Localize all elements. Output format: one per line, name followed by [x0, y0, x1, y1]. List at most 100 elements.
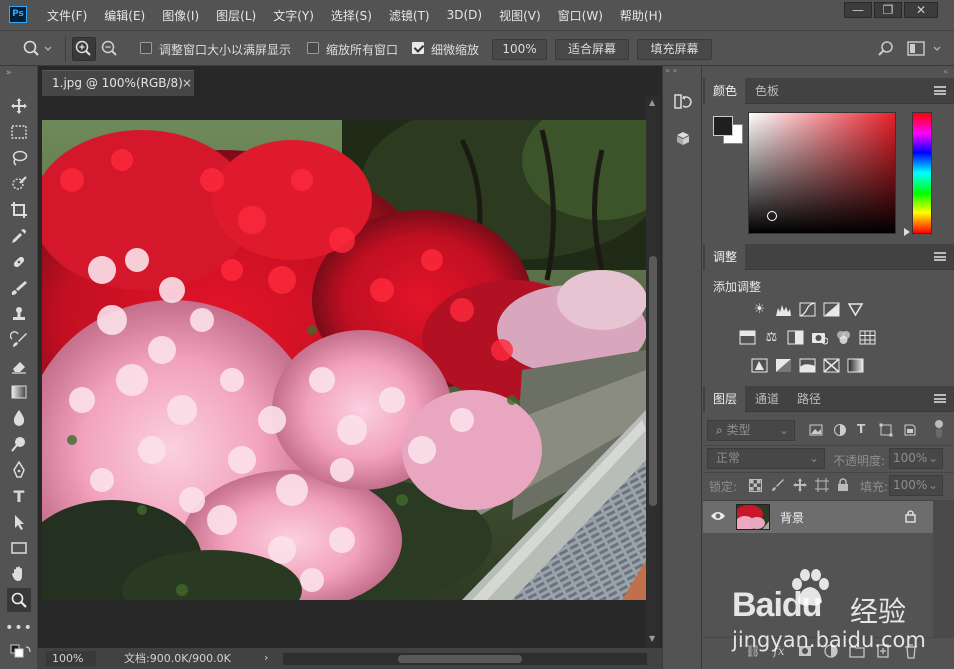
hue-slider-marker[interactable] [904, 228, 910, 236]
adjustments-panel-menu-icon[interactable] [934, 252, 946, 261]
photo-filter-icon[interactable] [811, 330, 829, 345]
visibility-eye-icon[interactable] [710, 509, 726, 526]
canvas-image[interactable] [42, 120, 646, 600]
menu-file[interactable]: 文件(F) [47, 7, 87, 24]
filter-shape-icon[interactable] [879, 423, 893, 440]
properties-panel-icon[interactable] [673, 130, 693, 153]
delete-layer-icon[interactable] [903, 643, 919, 659]
menu-type[interactable]: 文字(Y) [273, 7, 314, 24]
collapse-panels-icon[interactable]: « [703, 66, 954, 78]
lock-image-pixels-icon[interactable] [771, 478, 785, 495]
type-tool-icon[interactable]: T [7, 484, 31, 508]
document-tab[interactable]: 1.jpg @ 100%(RGB/8) × [42, 70, 194, 96]
threshold-icon[interactable] [799, 358, 816, 373]
filter-smart-object-icon[interactable] [903, 423, 917, 440]
foreground-color-swatch[interactable] [713, 116, 733, 136]
color-panel-menu-icon[interactable] [934, 86, 946, 95]
eraser-tool-icon[interactable] [7, 354, 31, 378]
clone-stamp-tool-icon[interactable] [7, 302, 31, 326]
invert-icon[interactable] [751, 358, 768, 373]
horizontal-scrollbar[interactable] [283, 653, 647, 665]
lasso-tool-icon[interactable] [7, 146, 31, 170]
search-icon[interactable] [876, 39, 896, 62]
curves-icon[interactable] [799, 302, 816, 317]
hand-tool-icon[interactable] [7, 562, 31, 586]
filter-type-icon[interactable]: T [857, 422, 865, 436]
status-menu-arrow[interactable]: › [264, 650, 268, 665]
filter-toggle-icon[interactable] [935, 420, 943, 428]
workspace-icon[interactable] [906, 40, 946, 61]
horizontal-scroll-thumb[interactable] [398, 655, 522, 663]
crop-tool-icon[interactable] [7, 198, 31, 222]
resize-windows-checkbox[interactable] [140, 42, 152, 54]
zoom-out-icon[interactable] [99, 38, 121, 60]
vertical-scrollbar[interactable]: ▲ ▼ [646, 96, 660, 648]
layer-style-icon[interactable]: fx [771, 643, 787, 659]
gradient-map-icon[interactable] [847, 358, 864, 373]
exposure-icon[interactable] [823, 302, 840, 317]
color-lookup-icon[interactable] [859, 330, 876, 345]
posterize-icon[interactable] [775, 358, 792, 373]
zoom-in-icon[interactable] [72, 37, 96, 61]
zoom-tool-preset-icon[interactable] [22, 39, 52, 62]
scrubby-zoom-checkbox[interactable] [412, 42, 424, 54]
collapse-toolbar-icon[interactable]: » [6, 68, 12, 78]
pen-tool-icon[interactable] [7, 458, 31, 482]
tab-layers[interactable]: 图层 [705, 386, 746, 412]
hue-slider[interactable] [912, 112, 932, 234]
history-panel-icon[interactable] [673, 92, 693, 115]
hue-saturation-icon[interactable] [739, 330, 756, 345]
close-button[interactable]: ✕ [904, 2, 938, 18]
selective-color-icon[interactable] [823, 358, 840, 373]
dodge-tool-icon[interactable] [7, 432, 31, 456]
dock-grip[interactable]: » « [665, 67, 701, 75]
tab-swatches[interactable]: 色板 [747, 78, 787, 104]
vertical-scroll-thumb[interactable] [649, 256, 657, 506]
fill-field[interactable]: 100% ⌄ [889, 475, 943, 496]
close-tab-icon[interactable]: × [182, 71, 192, 95]
menu-select[interactable]: 选择(S) [331, 7, 372, 24]
blend-mode-select[interactable]: 正常 ⌄ [707, 448, 825, 469]
fit-screen-button[interactable]: 适合屏幕 [555, 39, 629, 60]
brush-tool-icon[interactable] [7, 276, 31, 300]
more-tools-icon[interactable]: ••• [5, 616, 32, 640]
vibrance-icon[interactable] [847, 302, 864, 317]
rectangle-tool-icon[interactable] [7, 536, 31, 560]
menu-edit[interactable]: 编辑(E) [104, 7, 145, 24]
filter-adjustment-icon[interactable] [833, 423, 847, 440]
new-group-icon[interactable] [849, 643, 865, 659]
menu-layer[interactable]: 图层(L) [216, 7, 256, 24]
layer-name[interactable]: 背景 [780, 509, 804, 526]
brightness-contrast-icon[interactable]: ☀ [751, 302, 768, 317]
menu-view[interactable]: 视图(V) [499, 7, 541, 24]
layer-filter-kind[interactable]: ⌕ 类型 ⌄ [707, 420, 795, 441]
blur-tool-icon[interactable] [7, 406, 31, 430]
quick-selection-tool-icon[interactable] [7, 172, 31, 196]
color-field[interactable] [748, 112, 896, 234]
zoom-percent-field[interactable]: 100% [492, 39, 547, 60]
new-adjustment-layer-icon[interactable] [823, 643, 839, 659]
add-mask-icon[interactable] [797, 643, 813, 659]
marquee-tool-icon[interactable] [7, 120, 31, 144]
restore-button[interactable]: ❐ [874, 2, 902, 18]
tab-paths[interactable]: 路径 [789, 386, 829, 412]
new-layer-icon[interactable] [875, 643, 891, 659]
gradient-tool-icon[interactable] [7, 380, 31, 404]
black-white-icon[interactable] [787, 330, 804, 345]
zoom-tool-icon[interactable] [7, 588, 31, 612]
path-selection-tool-icon[interactable] [7, 510, 31, 534]
color-balance-icon[interactable]: ⚖ [763, 330, 780, 345]
layer-row[interactable]: 背景 [703, 501, 933, 533]
healing-brush-tool-icon[interactable] [7, 250, 31, 274]
tab-adjustments[interactable]: 调整 [705, 244, 746, 270]
minimize-button[interactable]: — [844, 2, 872, 18]
menu-window[interactable]: 窗口(W) [558, 7, 603, 24]
lock-all-icon[interactable] [837, 478, 849, 495]
lock-transparent-pixels-icon[interactable] [749, 479, 762, 495]
levels-icon[interactable] [775, 302, 792, 317]
menu-3d[interactable]: 3D(D) [447, 8, 482, 22]
scroll-up-icon[interactable]: ▲ [649, 98, 655, 107]
link-layers-icon[interactable]: ⛓ [745, 643, 761, 659]
tab-channels[interactable]: 通道 [747, 386, 787, 412]
menu-filter[interactable]: 滤镜(T) [389, 7, 430, 24]
